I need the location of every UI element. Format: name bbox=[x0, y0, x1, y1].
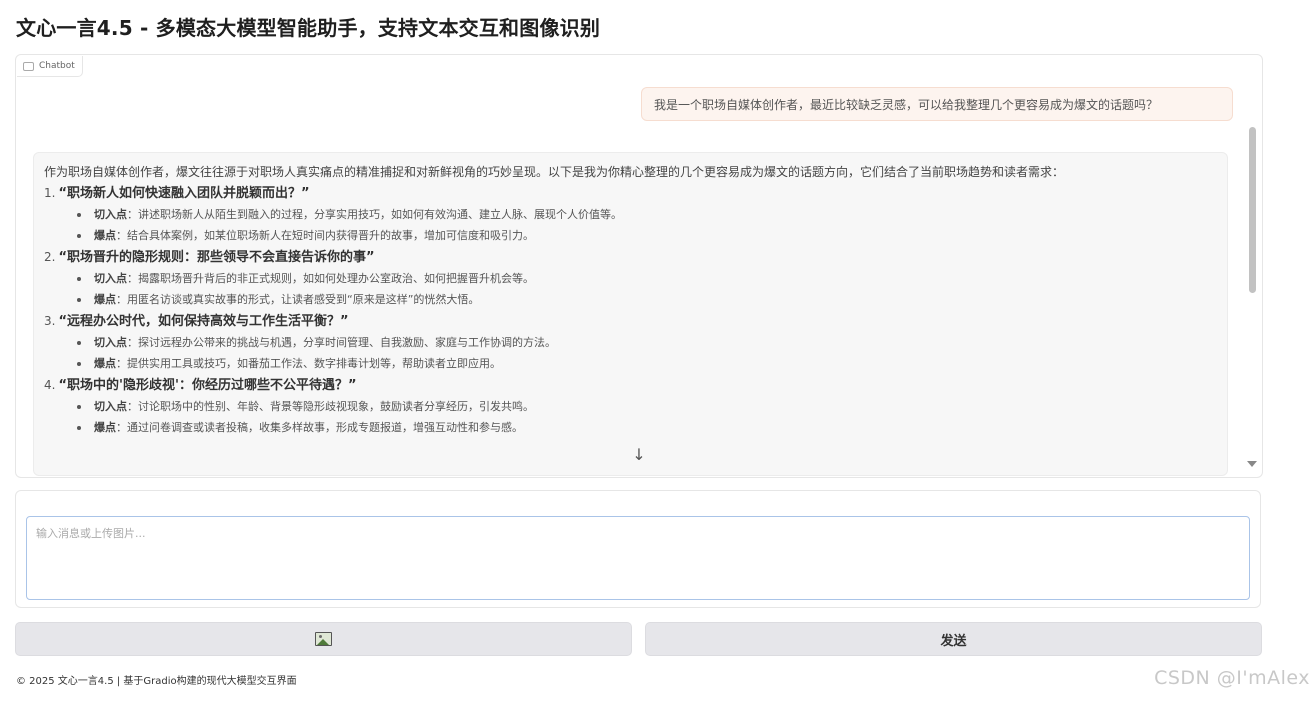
send-button-label: 发送 bbox=[940, 633, 967, 649]
chat-bubble-icon bbox=[23, 61, 34, 71]
topic-point: 切入点：讲述职场新人从陌生到融入的过程，分享实用技巧，如如何有效沟通、建立人脉、… bbox=[44, 206, 1217, 224]
topic-heading: 4. “职场中的'隐形歧视'：你经历过哪些不公平待遇？” bbox=[44, 378, 357, 393]
topic-point: 爆点：通过问卷调查或读者投稿，收集多样故事，形成专题报道，增强互动性和参与感。 bbox=[44, 419, 1217, 437]
bullet-icon bbox=[77, 426, 81, 430]
input-panel bbox=[15, 490, 1261, 608]
bullet-icon bbox=[77, 405, 81, 409]
message-input[interactable] bbox=[26, 516, 1250, 600]
page-title: 文心一言4.5 - 多模态大模型智能助手，支持文本交互和图像识别 bbox=[16, 16, 601, 40]
bot-message: 作为职场自媒体创作者，爆文往往源于对职场人真实痛点的精准捕捉和对新鲜视角的巧妙呈… bbox=[33, 152, 1228, 476]
upload-image-button[interactable] bbox=[15, 622, 632, 656]
bot-intro: 作为职场自媒体创作者，爆文往往源于对职场人真实痛点的精准捕捉和对新鲜视角的巧妙呈… bbox=[44, 165, 1065, 179]
image-icon bbox=[315, 632, 332, 646]
topic-point: 切入点：讨论职场中的性别、年龄、背景等隐形歧视现象，鼓励读者分享经历，引发共鸣。 bbox=[44, 398, 1217, 416]
topic-point: 爆点：提供实用工具或技巧，如番茄工作法、数字排毒计划等，帮助读者立即应用。 bbox=[44, 355, 1217, 373]
page: 文心一言4.5 - 多模态大模型智能助手，支持文本交互和图像识别 Chatbot… bbox=[0, 0, 1314, 702]
topic-item: 3. “远程办公时代，如何保持高效与工作生活平衡？” 切入点：探讨远程办公带来的挑… bbox=[44, 312, 1217, 373]
topic-item: 1. “职场新人如何快速融入团队并脱颖而出？” 切入点：讲述职场新人从陌生到融入的… bbox=[44, 184, 1217, 245]
bullet-icon bbox=[77, 234, 81, 238]
topic-item: 4. “职场中的'隐形歧视'：你经历过哪些不公平待遇？” 切入点：讨论职场中的性别… bbox=[44, 376, 1217, 437]
topic-point: 爆点：用匿名访谈或真实故事的形式，让读者感受到“原来是这样”的恍然大悟。 bbox=[44, 291, 1217, 309]
scroll-to-bottom-icon[interactable]: ↓ bbox=[628, 443, 650, 465]
watermark: CSDN @I'mAlex bbox=[1154, 667, 1310, 689]
topic-heading: 1. “职场新人如何快速融入团队并脱颖而出？” bbox=[44, 186, 310, 201]
topic-point: 切入点：探讨远程办公带来的挑战与机遇，分享时间管理、自我激励、家庭与工作协调的方… bbox=[44, 334, 1217, 352]
chat-scrollbar[interactable] bbox=[1246, 127, 1258, 473]
topic-point: 切入点：揭露职场晋升背后的非正式规则，如如何处理办公室政治、如何把握晋升机会等。 bbox=[44, 270, 1217, 288]
bullet-icon bbox=[77, 341, 81, 345]
bullet-icon bbox=[77, 298, 81, 302]
user-message-text: 我是一个职场自媒体创作者，最近比较缺乏灵感，可以给我整理几个更容易成为爆文的话题… bbox=[654, 97, 1159, 112]
bullet-icon bbox=[77, 362, 81, 366]
bullet-icon bbox=[77, 277, 81, 281]
send-button[interactable]: 发送 bbox=[645, 622, 1262, 656]
topic-heading: 2. “职场晋升的隐形规则：那些领导不会直接告诉你的事” bbox=[44, 250, 375, 265]
chatbot-label-text: Chatbot bbox=[39, 61, 75, 71]
topic-point: 爆点：结合具体案例，如某位职场新人在短时间内获得晋升的故事，增加可信度和吸引力。 bbox=[44, 227, 1217, 245]
chatbot-label: Chatbot bbox=[17, 56, 83, 77]
footer-text: © 2025 文心一言4.5 | 基于Gradio构建的现代大模型交互界面 bbox=[16, 676, 297, 687]
scrollbar-thumb[interactable] bbox=[1249, 127, 1256, 293]
topic-heading: 3. “远程办公时代，如何保持高效与工作生活平衡？” bbox=[44, 314, 349, 329]
bullet-icon bbox=[77, 213, 81, 217]
user-message: 我是一个职场自媒体创作者，最近比较缺乏灵感，可以给我整理几个更容易成为爆文的话题… bbox=[641, 87, 1233, 121]
chatbot-panel: Chatbot 我是一个职场自媒体创作者，最近比较缺乏灵感，可以给我整理几个更容… bbox=[15, 54, 1263, 478]
scroll-down-arrow-icon[interactable] bbox=[1247, 461, 1257, 467]
topic-item: 2. “职场晋升的隐形规则：那些领导不会直接告诉你的事” 切入点：揭露职场晋升背后… bbox=[44, 248, 1217, 309]
